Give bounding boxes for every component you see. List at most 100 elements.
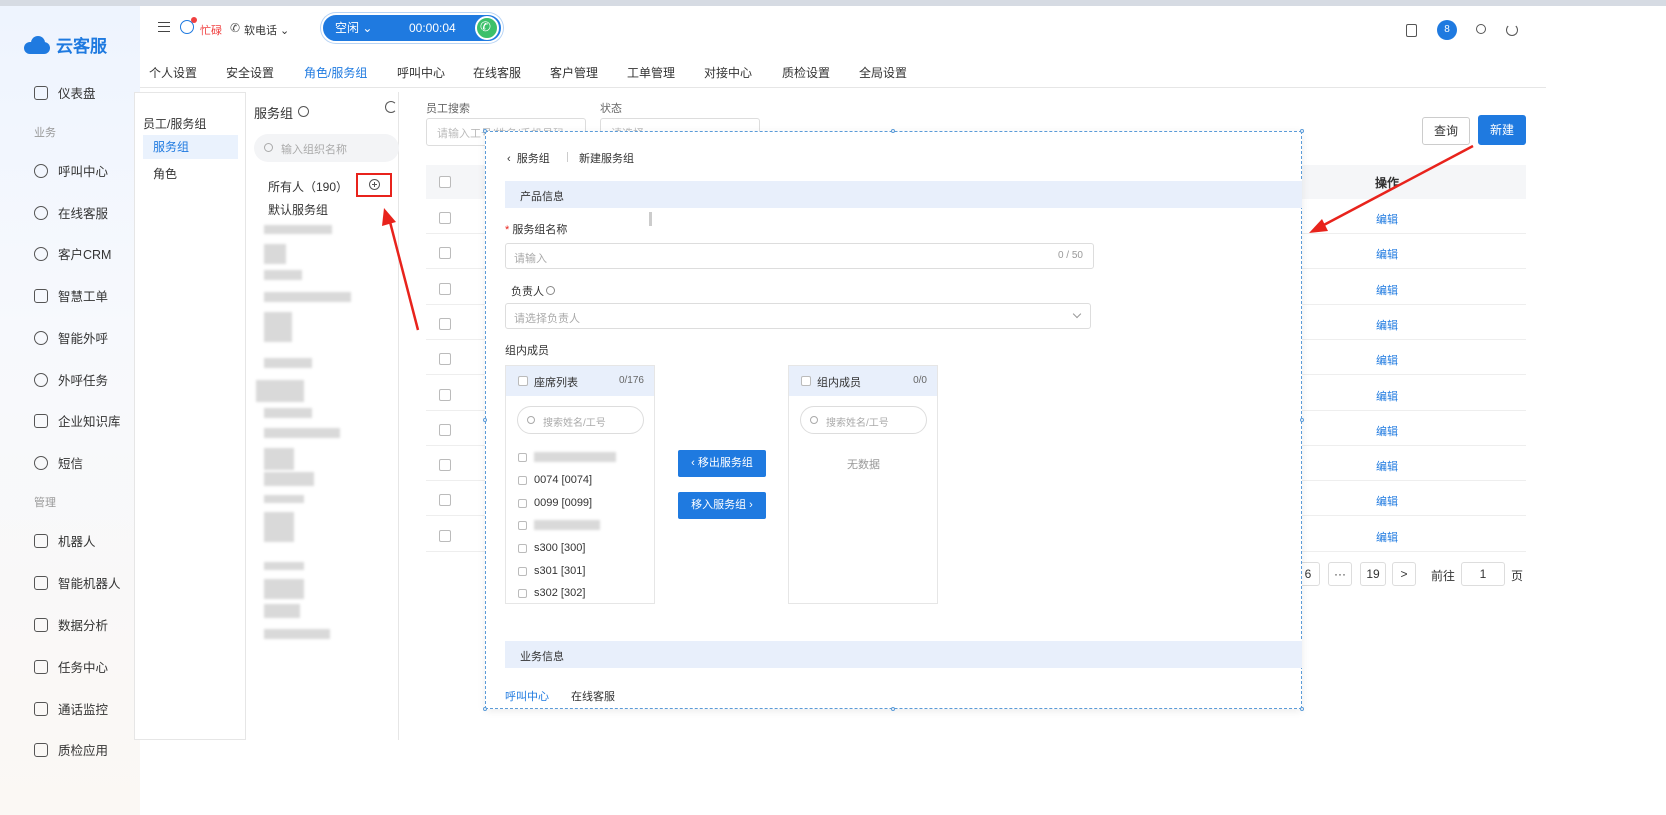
subnav-item-service-group[interactable]: 服务组 <box>143 135 238 159</box>
add-group-button[interactable] <box>356 173 392 197</box>
sidebar-item-robot[interactable]: 机器人 <box>34 531 96 550</box>
subnav-item-role[interactable]: 角色 <box>153 165 177 182</box>
power-icon[interactable] <box>1506 24 1518 36</box>
tab-personal[interactable]: 个人设置 <box>149 64 197 81</box>
group-name-input[interactable]: 请输入 0 / 50 <box>505 243 1094 269</box>
sidebar-item-outbound-task[interactable]: 外呼任务 <box>34 370 108 389</box>
group-search-input[interactable]: 输入组织名称 <box>254 134 399 162</box>
list-item[interactable]: s301 [301] <box>518 565 585 577</box>
item-checkbox[interactable] <box>518 588 527 598</box>
softphone-dropdown[interactable]: 软电话 ⌄ <box>244 22 289 38</box>
edit-link[interactable]: 编辑 <box>1376 388 1398 404</box>
redacted-group[interactable] <box>264 292 351 302</box>
group-members-select-all[interactable] <box>801 376 811 386</box>
redacted-group[interactable] <box>264 495 304 503</box>
edit-link[interactable]: 编辑 <box>1376 458 1398 474</box>
edit-link[interactable]: 编辑 <box>1376 282 1398 298</box>
new-button[interactable]: 新建 <box>1478 115 1526 145</box>
redacted-group[interactable] <box>264 244 286 264</box>
info-icon[interactable] <box>298 106 309 117</box>
group-default[interactable]: 默认服务组 <box>268 201 328 218</box>
sidebar-item-smart-outbound[interactable]: 智能外呼 <box>34 328 108 347</box>
tab-call-center[interactable]: 呼叫中心 <box>397 64 445 81</box>
edit-link[interactable]: 编辑 <box>1376 352 1398 368</box>
list-item[interactable] <box>518 452 616 462</box>
move-in-button[interactable]: 移入服务组 › <box>678 492 766 519</box>
redacted-group[interactable] <box>264 512 294 542</box>
tab-integration[interactable]: 对接中心 <box>704 64 752 81</box>
document-icon[interactable] <box>1406 24 1417 37</box>
sidebar-item-ai-robot[interactable]: 智能机器人 <box>34 573 121 592</box>
edit-link[interactable]: 编辑 <box>1376 211 1398 227</box>
redacted-group[interactable] <box>264 225 332 234</box>
redacted-group[interactable] <box>264 270 302 280</box>
redacted-group[interactable] <box>264 562 304 570</box>
owner-select[interactable]: 请选择负责人 <box>505 303 1091 329</box>
user-profile-icon[interactable] <box>1476 24 1486 34</box>
sidebar-item-qc[interactable]: 质检应用 <box>34 740 108 759</box>
edit-link[interactable]: 编辑 <box>1376 246 1398 262</box>
next-page-button[interactable]: > <box>1392 562 1416 586</box>
resize-handle[interactable] <box>1300 707 1304 711</box>
resize-handle[interactable] <box>891 129 895 133</box>
tab-roles-groups[interactable]: 角色/服务组 <box>304 64 367 81</box>
redacted-group[interactable] <box>264 428 340 438</box>
sidebar-item-dashboard[interactable]: 仪表盘 <box>34 83 96 102</box>
sidebar-item-knowledge-base[interactable]: 企业知识库 <box>34 411 121 430</box>
edit-link[interactable]: 编辑 <box>1376 529 1398 545</box>
row-checkbox[interactable] <box>439 212 451 224</box>
row-checkbox[interactable] <box>439 388 451 401</box>
call-state-dropdown[interactable]: 空闲 ⌄ <box>335 15 372 41</box>
page-ellipsis[interactable]: ··· <box>1328 562 1352 586</box>
resize-handle[interactable] <box>891 707 895 711</box>
row-checkbox[interactable] <box>439 529 451 542</box>
row-checkbox[interactable] <box>439 494 451 507</box>
menu-toggle-icon[interactable] <box>158 22 170 32</box>
redacted-group[interactable] <box>264 472 314 486</box>
row-checkbox[interactable] <box>439 317 451 330</box>
query-button[interactable]: 查询 <box>1422 117 1470 145</box>
list-item[interactable]: 0074 [0074] <box>518 474 592 486</box>
agent-list-scrollbar[interactable] <box>649 212 652 226</box>
agent-list-select-all[interactable] <box>518 376 528 386</box>
list-item[interactable]: 0099 [0099] <box>518 497 592 509</box>
business-tab-call-center[interactable]: 呼叫中心 <box>505 688 549 704</box>
select-all-checkbox[interactable] <box>439 176 451 188</box>
resize-handle[interactable] <box>483 707 487 711</box>
redacted-group[interactable] <box>264 629 330 639</box>
notification-badge[interactable]: 8 <box>1437 20 1457 40</box>
sidebar-item-ticket[interactable]: 智慧工单 <box>34 286 108 305</box>
resize-handle[interactable] <box>483 129 487 133</box>
item-checkbox[interactable] <box>518 452 527 462</box>
group-all-members[interactable]: 所有人（190） <box>268 178 348 195</box>
edit-link[interactable]: 编辑 <box>1376 493 1398 509</box>
redacted-group[interactable] <box>264 579 304 599</box>
resize-handle[interactable] <box>1300 129 1304 133</box>
tab-security[interactable]: 安全设置 <box>226 64 274 81</box>
sidebar-item-task-center[interactable]: 任务中心 <box>34 657 108 676</box>
page-button-19[interactable]: 19 <box>1360 562 1386 586</box>
back-link[interactable]: ‹ 服务组 <box>507 150 550 166</box>
row-checkbox[interactable] <box>439 459 451 472</box>
redacted-group[interactable] <box>264 604 300 618</box>
sidebar-item-analytics[interactable]: 数据分析 <box>34 615 108 634</box>
sidebar-item-call-center[interactable]: 呼叫中心 <box>34 161 108 180</box>
sidebar-item-call-monitor[interactable]: 通话监控 <box>34 699 108 718</box>
redacted-group[interactable] <box>264 448 294 470</box>
row-checkbox[interactable] <box>439 423 451 436</box>
sidebar-item-crm[interactable]: 客户CRM <box>34 244 111 263</box>
edit-link[interactable]: 编辑 <box>1376 423 1398 439</box>
tab-global-settings[interactable]: 全局设置 <box>859 64 907 81</box>
member-search-input[interactable]: 搜索姓名/工号 <box>800 406 927 434</box>
list-item[interactable] <box>518 520 600 530</box>
sidebar-item-sms[interactable]: 短信 <box>34 453 83 472</box>
tab-ticket-mgmt[interactable]: 工单管理 <box>627 64 675 81</box>
item-checkbox[interactable] <box>518 520 527 530</box>
list-item[interactable]: s302 [302] <box>518 587 585 599</box>
refresh-icon[interactable] <box>385 101 397 113</box>
move-out-button[interactable]: ‹ 移出服务组 <box>678 450 766 477</box>
app-logo[interactable]: 云客服 <box>22 32 107 57</box>
call-status-pill[interactable]: 空闲 ⌄ 00:00:04 <box>321 13 503 43</box>
redacted-group[interactable] <box>264 358 312 368</box>
redacted-group[interactable] <box>256 380 304 402</box>
